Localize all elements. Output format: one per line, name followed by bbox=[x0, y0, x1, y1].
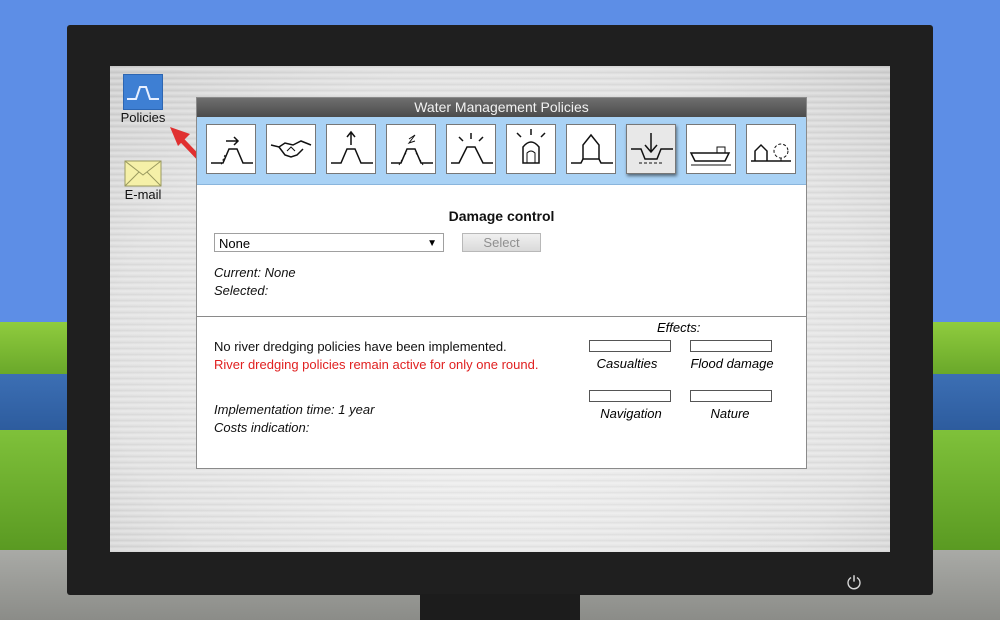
tool-house-mound[interactable] bbox=[566, 124, 616, 174]
dike-relocation-icon bbox=[211, 136, 253, 166]
navigation-label: Navigation bbox=[600, 406, 662, 421]
nature-label: Nature bbox=[710, 406, 750, 421]
window-title: Water Management Policies bbox=[197, 98, 806, 117]
dike-strengthening-icon bbox=[391, 134, 433, 166]
flood-damage-bar bbox=[690, 340, 772, 352]
tool-nature[interactable] bbox=[746, 124, 796, 174]
desktop-icon-label: E-mail bbox=[124, 187, 162, 202]
effects-title: Effects: bbox=[657, 320, 701, 335]
tool-river-dredging[interactable] bbox=[626, 124, 676, 174]
divider bbox=[197, 316, 806, 317]
casualties-label: Casualties bbox=[596, 356, 658, 371]
house-on-mound-icon bbox=[571, 133, 613, 164]
section-title: Damage control bbox=[448, 208, 555, 224]
casualties-bar bbox=[589, 340, 671, 352]
policy-description: No river dredging policies have been imp… bbox=[214, 338, 555, 374]
implementation-time: Implementation time: 1 year bbox=[214, 402, 375, 417]
desktop-icon-label: Policies bbox=[120, 110, 166, 125]
dropdown-value: None bbox=[219, 236, 251, 251]
nature-bar bbox=[690, 390, 772, 402]
floodplain-lowering-icon bbox=[451, 133, 493, 164]
policies-window: Water Management Policies Damage control… bbox=[196, 97, 807, 469]
dike-raising-icon bbox=[331, 130, 373, 164]
nature-houses-icon bbox=[751, 143, 791, 162]
tool-dike-relocation[interactable] bbox=[206, 124, 256, 174]
desktop-policies-shortcut[interactable]: Policies bbox=[116, 74, 170, 125]
navigation-bar bbox=[589, 390, 671, 402]
description-text: No river dredging policies have been imp… bbox=[214, 339, 507, 354]
flood-alarm-icon bbox=[516, 129, 546, 164]
tool-shipping[interactable] bbox=[686, 124, 736, 174]
policy-toolbar bbox=[197, 117, 806, 185]
envelope-icon[interactable] bbox=[124, 160, 162, 187]
tool-dike-strengthening[interactable] bbox=[386, 124, 436, 174]
tool-dike-raising[interactable] bbox=[326, 124, 376, 174]
select-button[interactable]: Select bbox=[462, 233, 541, 252]
selected-policy: Selected: bbox=[214, 283, 269, 298]
tool-agreement[interactable] bbox=[266, 124, 316, 174]
agreement-handshake-icon bbox=[270, 140, 312, 158]
shipping-icon bbox=[689, 146, 731, 166]
desktop-email-shortcut[interactable]: E-mail bbox=[116, 160, 170, 202]
costs-indication: Costs indication: bbox=[214, 420, 310, 435]
chevron-down-icon: ▼ bbox=[427, 238, 437, 249]
flood-damage-label: Flood damage bbox=[690, 356, 774, 371]
warning-text: River dredging policies remain active fo… bbox=[214, 357, 539, 372]
monitor-stand bbox=[420, 594, 580, 620]
power-icon[interactable]: ⏻ bbox=[845, 574, 863, 592]
tool-floodplain-lowering[interactable] bbox=[446, 124, 496, 174]
tool-flood-alarm[interactable] bbox=[506, 124, 556, 174]
river-dredging-icon bbox=[631, 133, 673, 164]
policies-wave-icon[interactable] bbox=[123, 74, 163, 110]
current-policy: Current: None bbox=[214, 265, 296, 280]
policy-dropdown[interactable]: None ▼ bbox=[214, 233, 444, 252]
